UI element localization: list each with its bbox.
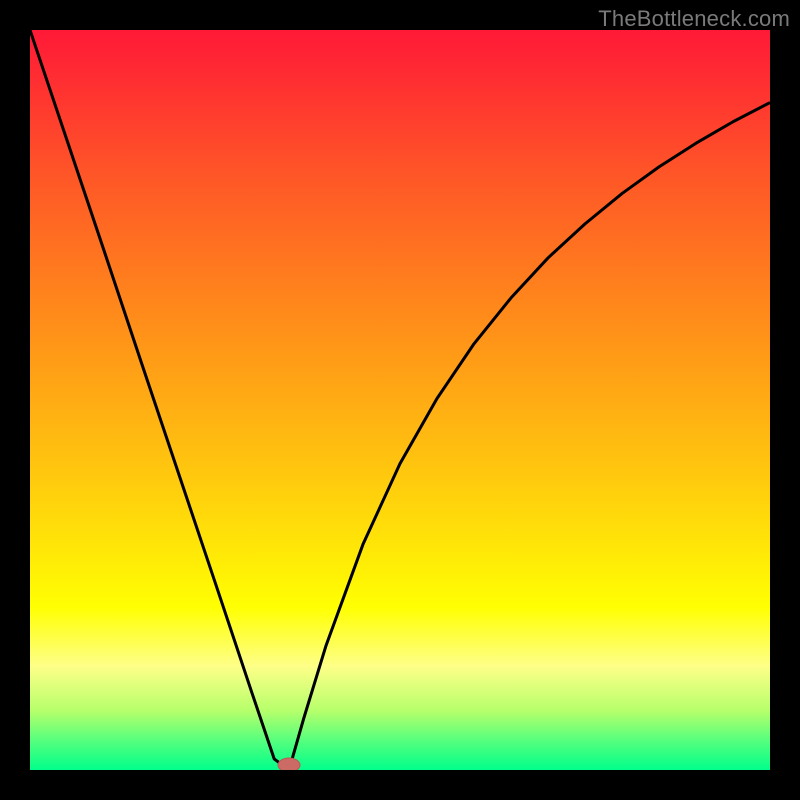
plot-area [30, 30, 770, 770]
chart-frame: TheBottleneck.com [0, 0, 800, 800]
chart-svg [30, 30, 770, 770]
gradient-background [30, 30, 770, 770]
optimal-point-marker [278, 758, 300, 770]
watermark-text: TheBottleneck.com [598, 6, 790, 32]
